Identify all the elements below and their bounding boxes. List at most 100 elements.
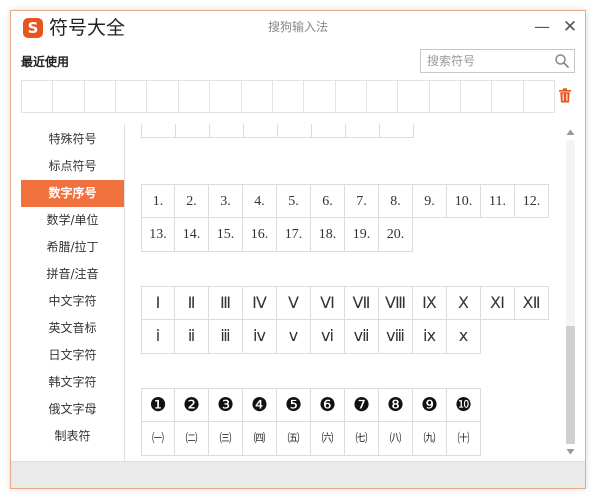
close-button[interactable]: ✕	[559, 16, 581, 38]
symbol-cell[interactable]: ⅷ	[379, 320, 413, 354]
symbol-cell[interactable]: Ⅺ	[481, 286, 515, 320]
symbol-cell[interactable]: Ⅱ	[175, 286, 209, 320]
symbol-cell[interactable]: 2.	[175, 184, 209, 218]
scroll-up-icon[interactable]	[566, 128, 575, 136]
symbol-cell[interactable]: 17.	[277, 218, 311, 252]
recent-slot[interactable]	[147, 81, 179, 112]
trash-icon[interactable]	[558, 88, 572, 103]
category-item[interactable]: 中文字符	[21, 288, 124, 315]
recent-slot[interactable]	[210, 81, 242, 112]
symbol-cell[interactable]: ❸	[209, 388, 243, 422]
category-item[interactable]: 标点符号	[21, 153, 124, 180]
symbol-cell[interactable]: ⅳ	[243, 320, 277, 354]
symbol-cell[interactable]: ❻	[311, 388, 345, 422]
symbol-cell[interactable]: ❼	[345, 388, 379, 422]
recent-slot[interactable]	[85, 81, 117, 112]
symbol-cell[interactable]: Ⅴ	[277, 286, 311, 320]
symbol-cell[interactable]: Ⅻ	[515, 286, 549, 320]
symbol-cell[interactable]: 16.	[243, 218, 277, 252]
symbol-cell[interactable]: ❹	[243, 388, 277, 422]
symbol-cell[interactable]: Ⅳ	[243, 286, 277, 320]
recent-slot[interactable]	[304, 81, 336, 112]
recent-slot[interactable]	[273, 81, 305, 112]
scroll-thumb[interactable]	[566, 326, 575, 444]
symbol-cell[interactable]: ⅴ	[277, 320, 311, 354]
category-item[interactable]: 韩文字符	[21, 369, 124, 396]
symbol-cell[interactable]: ㈩	[447, 422, 481, 456]
symbol-cell[interactable]: 11.	[481, 184, 515, 218]
symbol-cell[interactable]: 12.	[515, 184, 549, 218]
symbol-cell[interactable]: ❽	[379, 388, 413, 422]
recent-slot[interactable]	[524, 81, 556, 112]
symbol-cell[interactable]: 15.	[209, 218, 243, 252]
symbol-cell[interactable]: Ⅷ	[379, 286, 413, 320]
symbol-cell[interactable]: Ⅶ	[345, 286, 379, 320]
symbol-cell[interactable]: Ⅹ	[447, 286, 481, 320]
recent-slot[interactable]	[336, 81, 367, 112]
recent-slot[interactable]	[430, 81, 462, 112]
symbol-cell[interactable]: 14.	[175, 218, 209, 252]
symbol-cell[interactable]: ⅲ	[209, 320, 243, 354]
symbol-cell[interactable]: Ⅸ	[413, 286, 447, 320]
symbol-cell[interactable]: ⅰ	[141, 320, 175, 354]
symbol-cell[interactable]: ⅹ	[447, 320, 481, 354]
category-item[interactable]: 俄文字母	[21, 396, 124, 423]
vertical-scrollbar[interactable]	[564, 126, 577, 458]
category-item[interactable]: 英文音标	[21, 315, 124, 342]
title-bar[interactable]: S 符号大全 搜狗输入法 — ✕	[11, 11, 585, 45]
search-icon[interactable]	[554, 53, 570, 69]
symbol-cell[interactable]: ㈠	[141, 422, 175, 456]
symbol-cell[interactable]: 6.	[311, 184, 345, 218]
recent-slot[interactable]	[398, 81, 430, 112]
symbol-cell[interactable]: 4.	[243, 184, 277, 218]
symbol-cell[interactable]: Ⅰ	[141, 286, 175, 320]
symbol-cell[interactable]: ❿	[447, 388, 481, 422]
symbol-cell[interactable]: 1.	[141, 184, 175, 218]
recent-slot[interactable]	[242, 81, 273, 112]
symbol-cell[interactable]: Ⅵ	[311, 286, 345, 320]
symbol-cell[interactable]: 20.	[379, 218, 413, 252]
symbol-cell[interactable]: 8.	[379, 184, 413, 218]
recent-slot[interactable]	[116, 81, 148, 112]
recent-slot[interactable]	[367, 81, 399, 112]
symbol-cell[interactable]: ⅱ	[175, 320, 209, 354]
symbol-cell[interactable]: ⅵ	[311, 320, 345, 354]
symbol-cell[interactable]: ㈥	[311, 422, 345, 456]
symbol-cell[interactable]: ㈣	[243, 422, 277, 456]
search-input[interactable]	[421, 50, 551, 72]
category-item[interactable]: 日文字符	[21, 342, 124, 369]
symbol-cell[interactable]: 5.	[277, 184, 311, 218]
symbol-cell[interactable]: 7.	[345, 184, 379, 218]
symbol-cell[interactable]: ㈢	[209, 422, 243, 456]
category-item[interactable]: 特殊符号	[21, 126, 124, 153]
category-item[interactable]: 拼音/注音	[21, 261, 124, 288]
minimize-button[interactable]: —	[531, 16, 553, 38]
category-item[interactable]: 数字序号	[21, 180, 124, 207]
recent-slot[interactable]	[461, 81, 493, 112]
symbol-cell[interactable]: ㈨	[413, 422, 447, 456]
category-item[interactable]: 希腊/拉丁	[21, 234, 124, 261]
symbol-cell[interactable]: 3.	[209, 184, 243, 218]
symbol-cell[interactable]: ❾	[413, 388, 447, 422]
symbol-cell[interactable]: 13.	[141, 218, 175, 252]
symbol-cell[interactable]: 19.	[345, 218, 379, 252]
symbol-cell[interactable]: ㈤	[277, 422, 311, 456]
symbol-cell[interactable]: 18.	[311, 218, 345, 252]
symbol-cell[interactable]: ❺	[277, 388, 311, 422]
symbol-cell[interactable]: 10.	[447, 184, 481, 218]
symbol-cell[interactable]: ㈦	[345, 422, 379, 456]
symbol-cell[interactable]: ❶	[141, 388, 175, 422]
recent-slot[interactable]	[22, 81, 54, 112]
symbol-cell[interactable]: Ⅲ	[209, 286, 243, 320]
symbol-cell[interactable]: ㈡	[175, 422, 209, 456]
recent-slot[interactable]	[179, 81, 211, 112]
symbol-cell[interactable]: ⅸ	[413, 320, 447, 354]
recent-slot[interactable]	[53, 81, 85, 112]
symbol-cell[interactable]: 9.	[413, 184, 447, 218]
category-item[interactable]: 数学/单位	[21, 207, 124, 234]
symbol-cell[interactable]: ⅶ	[345, 320, 379, 354]
category-item[interactable]: 制表符	[21, 423, 124, 450]
symbol-cell[interactable]: ❷	[175, 388, 209, 422]
symbol-cell[interactable]: ㈧	[379, 422, 413, 456]
recent-slot[interactable]	[492, 81, 524, 112]
